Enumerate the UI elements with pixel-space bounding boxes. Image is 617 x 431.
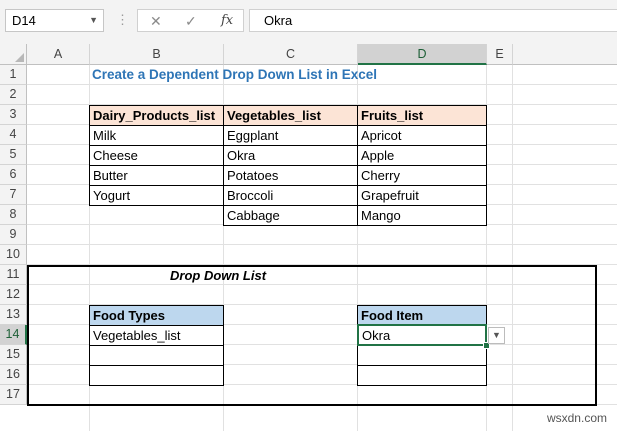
vegetable-cell[interactable]: Cabbage xyxy=(223,205,358,226)
dairy-cell[interactable]: Cheese xyxy=(89,145,224,166)
select-all-button[interactable] xyxy=(0,44,27,65)
watermark: wsxdn.com xyxy=(546,411,607,425)
row-header-17[interactable]: 17 xyxy=(0,385,27,405)
row-header-14[interactable]: 14 xyxy=(0,325,27,345)
column-header-d[interactable]: D xyxy=(358,44,487,65)
row-header-3[interactable]: 3 xyxy=(0,105,27,125)
row-header-16[interactable]: 16 xyxy=(0,365,27,385)
food-item-active-cell[interactable]: Okra xyxy=(357,324,487,346)
row-header-6[interactable]: 6 xyxy=(0,165,27,185)
column-header-e[interactable]: E xyxy=(487,44,513,65)
row-header-9[interactable]: 9 xyxy=(0,225,27,245)
cancel-icon[interactable]: ✕ xyxy=(150,12,162,30)
row-header-8[interactable]: 8 xyxy=(0,205,27,225)
chevron-down-icon[interactable]: ▼ xyxy=(89,10,98,31)
food-item-empty-cell[interactable] xyxy=(357,345,487,366)
row-header-10[interactable]: 10 xyxy=(0,245,27,265)
row-header-4[interactable]: 4 xyxy=(0,125,27,145)
food-types-header-cell[interactable]: Food Types xyxy=(89,305,224,326)
row-header-5[interactable]: 5 xyxy=(0,145,27,165)
food-item-header-cell[interactable]: Food Item xyxy=(357,305,487,326)
vegetable-cell[interactable]: Eggplant xyxy=(223,125,358,146)
row-header-1[interactable]: 1 xyxy=(0,65,27,85)
insert-function-icon[interactable]: fx xyxy=(221,12,233,30)
worksheet-grid: A B C D E 1 2 3 4 5 6 7 8 9 10 11 12 13 … xyxy=(0,44,617,431)
fruit-cell[interactable]: Cherry xyxy=(357,165,487,186)
food-types-empty-cell[interactable] xyxy=(89,345,224,366)
row-header-7[interactable]: 7 xyxy=(0,185,27,205)
dairy-cell[interactable]: Butter xyxy=(89,165,224,186)
enter-icon[interactable]: ✓ xyxy=(185,12,197,30)
formula-bar-resize-handle[interactable]: ⋮ xyxy=(116,10,130,30)
row-header-15[interactable]: 15 xyxy=(0,345,27,365)
formula-input[interactable]: Okra xyxy=(249,9,617,32)
vegetables-header-cell[interactable]: Vegetables_list xyxy=(223,105,358,126)
food-types-value-cell[interactable]: Vegetables_list xyxy=(89,325,224,346)
column-header-c[interactable]: C xyxy=(224,44,358,65)
column-header-f[interactable] xyxy=(513,44,617,65)
formula-bar: D14 ▼ ⋮ ✕ ✓ fx Okra xyxy=(0,0,617,44)
sheet-title: Create a Dependent Drop Down List in Exc… xyxy=(92,67,378,82)
dairy-cell[interactable]: Milk xyxy=(89,125,224,146)
fruit-cell[interactable]: Apple xyxy=(357,145,487,166)
fruit-cell[interactable]: Apricot xyxy=(357,125,487,146)
vegetable-cell[interactable]: Potatoes xyxy=(223,165,358,186)
row-header-11[interactable]: 11 xyxy=(0,265,27,285)
column-header-b[interactable]: B xyxy=(90,44,224,65)
name-box-value: D14 xyxy=(12,13,36,28)
dairy-cell[interactable]: Yogurt xyxy=(89,185,224,206)
food-item-empty-cell[interactable] xyxy=(357,365,487,386)
column-header-a[interactable]: A xyxy=(27,44,90,65)
vegetable-cell[interactable]: Broccoli xyxy=(223,185,358,206)
fruits-header-cell[interactable]: Fruits_list xyxy=(357,105,487,126)
fruit-cell[interactable]: Grapefruit xyxy=(357,185,487,206)
vegetable-cell[interactable]: Okra xyxy=(223,145,358,166)
dairy-header-cell[interactable]: Dairy_Products_list xyxy=(89,105,224,126)
dropdown-arrow-icon[interactable]: ▼ xyxy=(488,327,505,344)
row-header-13[interactable]: 13 xyxy=(0,305,27,325)
food-types-empty-cell[interactable] xyxy=(89,365,224,386)
formula-buttons: ✕ ✓ fx xyxy=(137,9,244,32)
name-box[interactable]: D14 ▼ xyxy=(5,9,104,32)
dropdown-section-title: Drop Down List xyxy=(170,268,267,283)
row-header-12[interactable]: 12 xyxy=(0,285,27,305)
row-header-2[interactable]: 2 xyxy=(0,85,27,105)
fruit-cell[interactable]: Mango xyxy=(357,205,487,226)
